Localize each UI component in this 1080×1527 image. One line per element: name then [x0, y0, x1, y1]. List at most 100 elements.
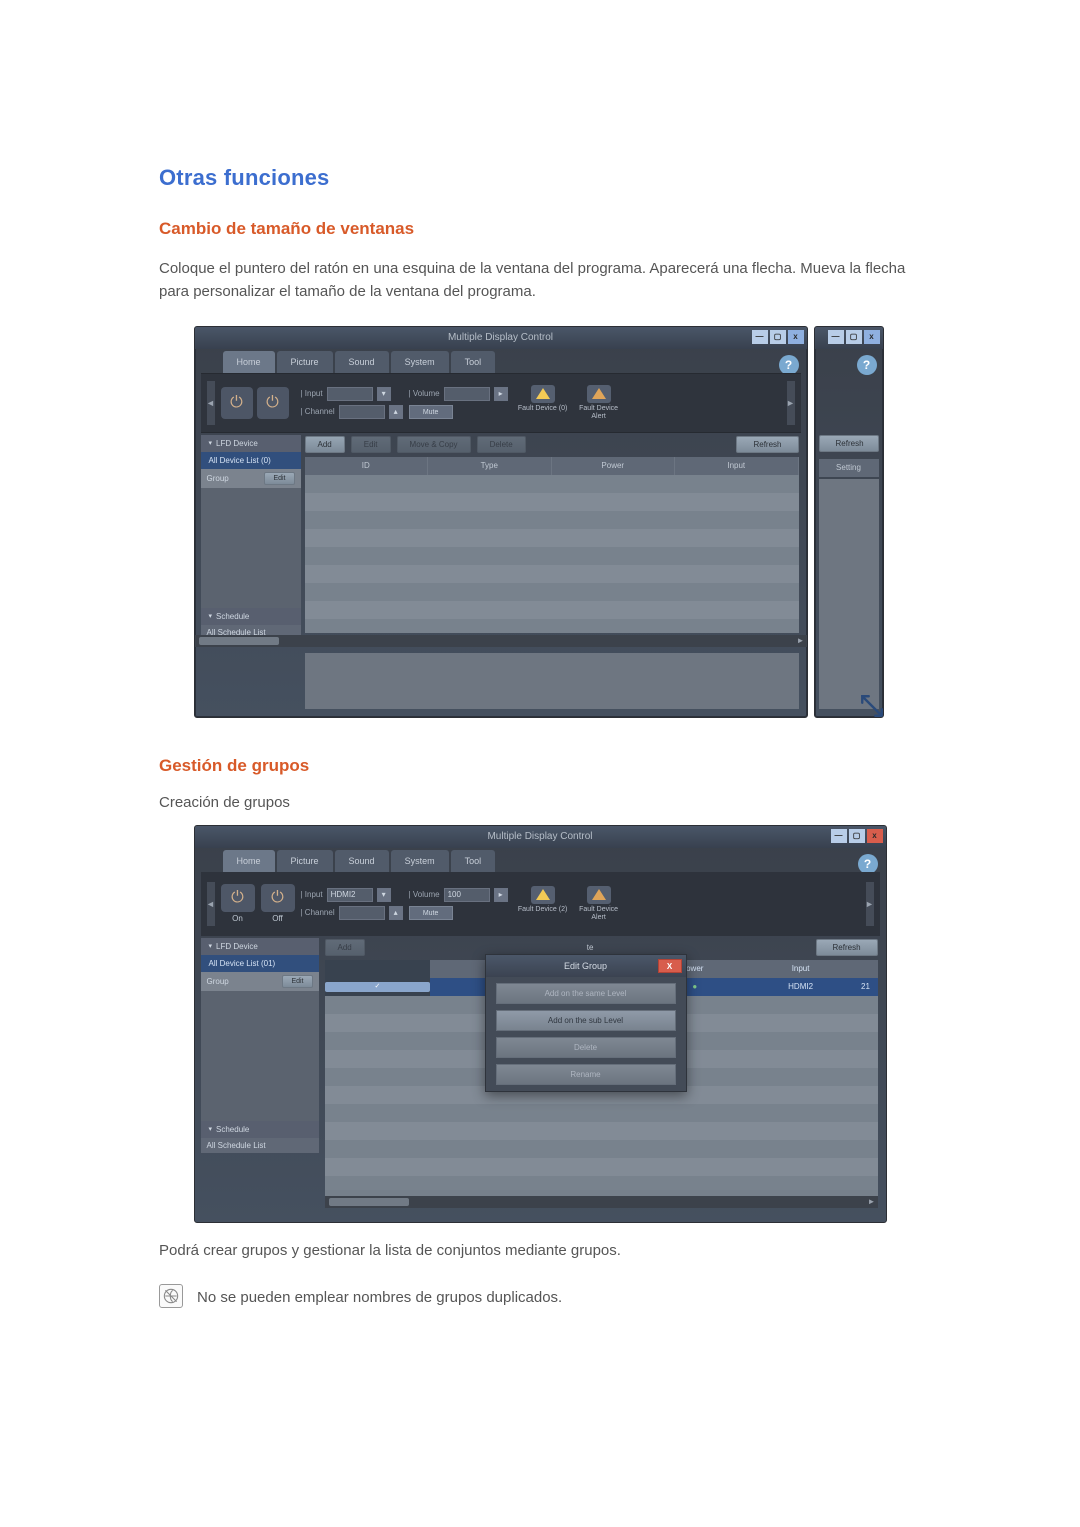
note-row: No se pueden emplear nombres de grupos d…: [159, 1284, 921, 1309]
group-label2: Group: [207, 977, 229, 986]
accordion-lfd-device[interactable]: LFD Device: [201, 435, 301, 452]
scrollbar-right-icon[interactable]: ►: [795, 636, 807, 645]
warning-icon2: [536, 889, 550, 900]
mute-button2[interactable]: Mute: [409, 906, 453, 920]
help-icon2[interactable]: ?: [858, 854, 878, 874]
tab-system[interactable]: System: [391, 351, 449, 373]
edit-group-popup: Edit Group X Add on the same Level Add o…: [485, 954, 687, 1092]
win2-minimize[interactable]: —: [831, 829, 847, 843]
grid-scrollbar[interactable]: ►: [195, 635, 807, 647]
channel-field2[interactable]: [339, 906, 385, 920]
win2-maximize[interactable]: ▢: [849, 829, 865, 843]
side-maximize[interactable]: ▢: [846, 330, 862, 344]
ribbon-scroll-right-icon[interactable]: ►: [787, 381, 795, 425]
delete-button: Delete: [477, 436, 526, 453]
power-off-group: ⏻ Off: [261, 884, 295, 923]
move-button: Move & Copy: [397, 436, 471, 453]
ribbon: ◄ ⏻ ⏻ | Input ▾ | Channel ▴ | Vo: [201, 373, 801, 433]
note-text: No se pueden emplear nombres de grupos d…: [197, 1284, 562, 1309]
input-label2: | Input: [301, 890, 323, 899]
side-minimize[interactable]: —: [828, 330, 844, 344]
all-schedule-list2[interactable]: All Schedule List: [201, 1138, 319, 1153]
ribbon-tabs2: Home Picture Sound System Tool: [223, 850, 498, 872]
volume-label2: | Volume: [409, 890, 440, 899]
channel-field[interactable]: [339, 405, 385, 419]
input-field[interactable]: [327, 387, 373, 401]
paragraph-crear-grupos: Podrá crear grupos y gestionar la lista …: [159, 1239, 921, 1262]
ribbon2: ◄ ⏻ On ⏻ Off | Input ▾ | Channel ▴: [201, 872, 880, 936]
refresh-button[interactable]: Refresh: [736, 436, 798, 453]
add-button[interactable]: Add: [305, 436, 345, 453]
all-device-list2[interactable]: All Device List (01): [201, 955, 319, 972]
scrollbar2-thumb[interactable]: [329, 1198, 409, 1206]
heading-gestion-grupos: Gestión de grupos: [159, 756, 921, 776]
power-on-label: On: [232, 914, 243, 923]
volume-stepper-icon[interactable]: ▸: [494, 387, 508, 401]
side-help-icon[interactable]: ?: [857, 355, 877, 375]
popup-add-sub-level[interactable]: Add on the sub Level: [496, 1010, 676, 1031]
accordion-schedule[interactable]: Schedule: [201, 608, 301, 625]
col-input: Input: [675, 457, 799, 475]
popup-close-button[interactable]: X: [658, 959, 682, 973]
col-power: Power: [552, 457, 676, 475]
mute-button[interactable]: Mute: [409, 405, 453, 419]
refresh-button2[interactable]: Refresh: [816, 939, 878, 956]
power-on-button[interactable]: ⏻: [221, 387, 253, 419]
ribbon2-right-icon[interactable]: ►: [866, 882, 874, 926]
col-check: [325, 960, 431, 978]
tab2-sound[interactable]: Sound: [335, 850, 389, 872]
fault-device-alert: Fault Device Alert: [574, 385, 624, 420]
tab-picture[interactable]: Picture: [277, 351, 333, 373]
tab2-picture[interactable]: Picture: [277, 850, 333, 872]
tab2-system[interactable]: System: [391, 850, 449, 872]
help-icon[interactable]: ?: [779, 355, 799, 375]
volume-field2[interactable]: [444, 888, 490, 902]
tab-sound[interactable]: Sound: [335, 351, 389, 373]
window-maximize[interactable]: ▢: [770, 330, 786, 344]
all-schedule-list-label2: All Schedule List: [207, 1141, 266, 1150]
tab-home[interactable]: Home: [223, 351, 275, 373]
group-edit-button2[interactable]: Edit: [282, 975, 312, 988]
power-off-button[interactable]: ⏻: [257, 387, 289, 419]
grid-header: ID Type Power Input: [305, 457, 799, 475]
input-dropdown-icon2[interactable]: ▾: [377, 888, 391, 902]
channel-stepper-icon[interactable]: ▴: [389, 405, 403, 419]
device-grid: ID Type Power Input: [305, 457, 799, 633]
side-close[interactable]: x: [864, 330, 880, 344]
power-off-button2[interactable]: ⏻: [261, 884, 295, 912]
accordion2-schedule[interactable]: Schedule: [201, 1121, 319, 1138]
fault-device-label: Fault Device (0): [518, 405, 567, 412]
channel-stepper-icon2[interactable]: ▴: [389, 906, 403, 920]
volume-group: | Volume ▸ Mute: [409, 387, 508, 419]
ribbon2-left-icon[interactable]: ◄: [207, 882, 215, 926]
screenshot-resize-windows: Multiple Display Control — ▢ x ? Home Pi…: [194, 326, 887, 718]
fault-device-alert2: Fault Device Alert: [574, 886, 624, 921]
app-window-main: Multiple Display Control — ▢ x ? Home Pi…: [194, 326, 808, 718]
tab-tool[interactable]: Tool: [451, 351, 496, 373]
paragraph-cambio-tamano: Coloque el puntero del ratón en una esqu…: [159, 257, 921, 304]
all-device-list[interactable]: All Device List (0): [201, 452, 301, 469]
window-minimize[interactable]: —: [752, 330, 768, 344]
input-field2[interactable]: [327, 888, 373, 902]
add-button2: Add: [325, 939, 365, 956]
volume-field[interactable]: [444, 387, 490, 401]
grid2-scrollbar[interactable]: ►: [325, 1196, 878, 1208]
fault-group2: Fault Device (2) Fault Device Alert: [518, 886, 624, 921]
window-close[interactable]: x: [788, 330, 804, 344]
group-edit-button[interactable]: Edit: [264, 472, 294, 485]
power-on-group: ⏻ On: [221, 884, 255, 923]
win2-close[interactable]: x: [867, 829, 883, 843]
power-on-button2[interactable]: ⏻: [221, 884, 255, 912]
scrollbar-thumb[interactable]: [199, 637, 279, 645]
scrollbar2-right-icon[interactable]: ►: [866, 1197, 878, 1206]
tab2-home[interactable]: Home: [223, 850, 275, 872]
tab2-tool[interactable]: Tool: [451, 850, 496, 872]
row1-checkbox[interactable]: ✓: [325, 978, 431, 996]
side-refresh-button[interactable]: Refresh: [819, 435, 879, 452]
volume-stepper-icon2[interactable]: ▸: [494, 888, 508, 902]
input-dropdown-icon[interactable]: ▾: [377, 387, 391, 401]
titlebar-side: — ▢ x: [815, 327, 883, 349]
ribbon-scroll-left-icon[interactable]: ◄: [207, 381, 215, 425]
accordion2-lfd[interactable]: LFD Device: [201, 938, 319, 955]
heading-creacion-grupos: Creación de grupos: [159, 794, 921, 811]
